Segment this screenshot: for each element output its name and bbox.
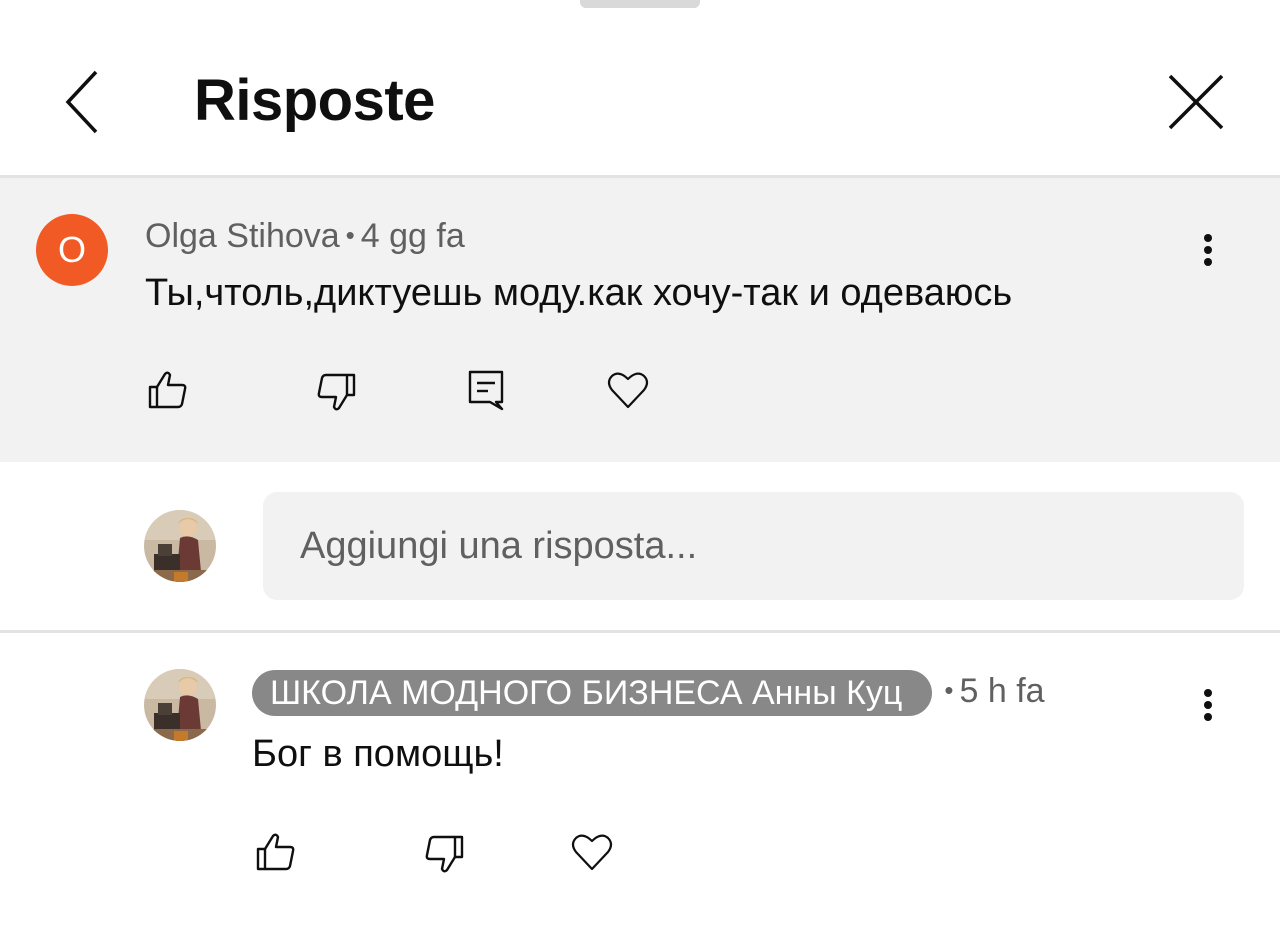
thumbs-down-icon [317,373,356,411]
reply-input[interactable] [263,492,1244,600]
thumbs-up-icon [148,371,187,409]
back-button[interactable] [52,62,112,142]
channel-photo [144,669,216,741]
reply-button[interactable] [464,368,508,412]
user-avatar[interactable] [144,510,216,582]
close-icon [1168,74,1224,130]
comment-meta: ШКОЛА МОДНОГО БИЗНЕСА Анны Куц • 5 h fa [252,669,1045,717]
reply-comment: ШКОЛА МОДНОГО БИЗНЕСА Анны Куц • 5 h fa Бо… [0,633,1280,942]
close-button[interactable] [1160,66,1232,138]
more-vert-icon [1204,689,1212,697]
meta-separator: • [944,675,954,705]
parent-comment: O Olga Stihova • 4 gg fa Ты,чтоль,диктуешь… [0,178,1280,462]
comment-text: Бог в помощь! [252,733,504,775]
channel-owner-badge[interactable]: ШКОЛА МОДНОГО БИЗНЕСА Анны Куц [252,670,933,717]
comment-time: 4 gg fa [360,217,465,255]
user-photo [144,510,216,582]
chevron-left-icon [65,70,98,134]
comment-time: 5 h fa [959,672,1045,710]
heart-button[interactable] [570,830,614,874]
dislike-button[interactable] [314,370,358,414]
channel-avatar[interactable] [144,669,216,741]
like-button[interactable] [254,830,298,874]
comment-text: Ты,чтоль,диктуешь моду.как хочу-так и од… [145,272,1013,314]
reply-input-row [0,462,1280,630]
more-options-button[interactable] [1188,675,1228,735]
reply-icon [468,370,504,411]
meta-separator: • [345,220,355,250]
heart-icon [571,834,613,871]
like-button[interactable] [146,368,190,412]
more-options-button[interactable] [1188,220,1228,280]
header: Risposte [0,0,1280,178]
more-vert-icon [1204,234,1212,242]
thumbs-down-icon [425,835,464,873]
comment-meta: Olga Stihova • 4 gg fa [145,214,465,260]
avatar[interactable]: O [36,214,108,286]
heart-button[interactable] [606,368,650,412]
page-title: Risposte [194,68,435,133]
comment-author[interactable]: Olga Stihova [145,217,340,255]
replies-panel: Risposte O Olga Stihova • 4 gg fa Ты,чтоль… [0,0,1280,942]
heart-icon [607,372,649,409]
thumbs-up-icon [256,833,295,871]
dislike-button[interactable] [422,832,466,876]
